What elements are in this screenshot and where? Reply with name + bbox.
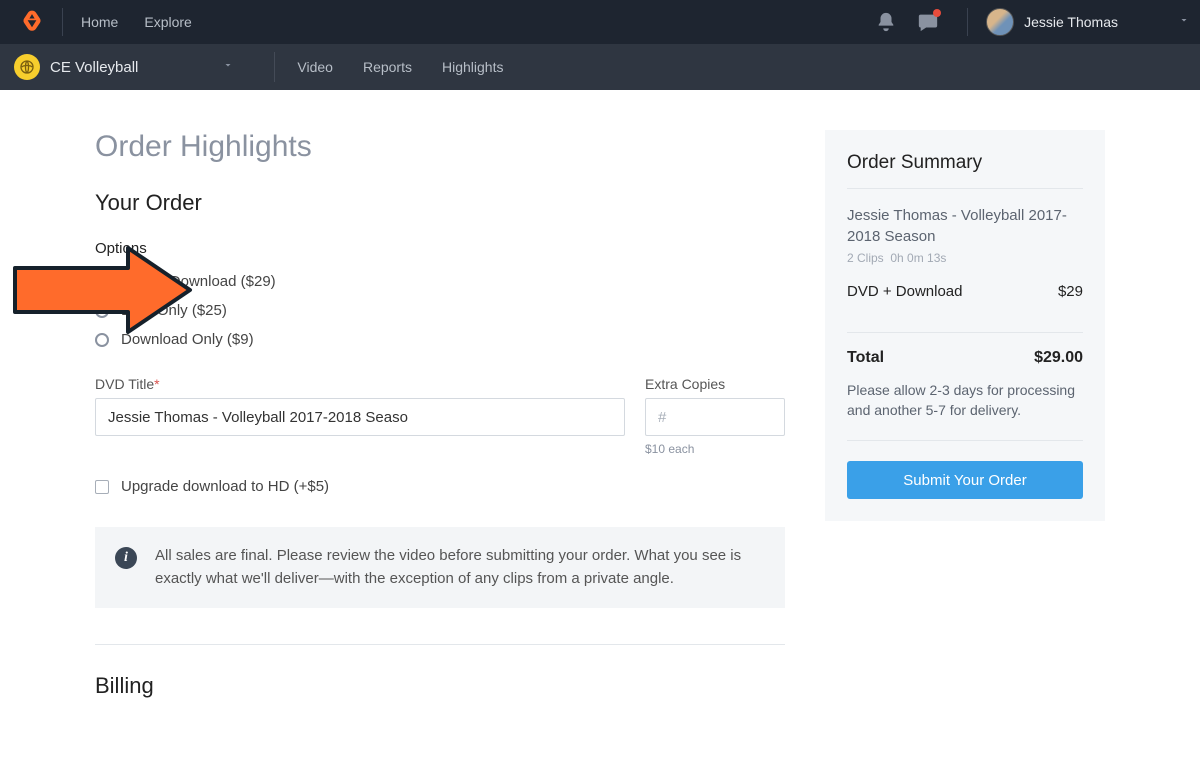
summary-product-name: Jessie Thomas - Volleyball 2017-2018 Sea… <box>847 205 1083 247</box>
chevron-down-icon[interactable] <box>1178 13 1190 31</box>
team-name[interactable]: CE Volleyball <box>50 59 138 76</box>
divider <box>95 644 785 645</box>
dvd-title-label: DVD Title* <box>95 376 160 392</box>
summary-note: Please allow 2-3 days for processing and… <box>847 381 1083 441</box>
option-label: DVD + Download ($29) <box>121 273 276 290</box>
option-label: DVD Only ($25) <box>121 302 227 319</box>
extra-copies-label: Extra Copies <box>645 376 725 392</box>
tab-highlights[interactable]: Highlights <box>442 59 503 75</box>
section-your-order: Your Order <box>95 190 785 216</box>
upgrade-hd-label: Upgrade download to HD (+$5) <box>121 478 329 495</box>
radio-icon <box>95 275 109 289</box>
submit-order-button[interactable]: Submit Your Order <box>847 461 1083 499</box>
extra-copies-hint: $10 each <box>645 442 785 456</box>
option-label: Download Only ($9) <box>121 331 254 348</box>
tab-video[interactable]: Video <box>297 59 333 75</box>
avatar[interactable] <box>986 8 1014 36</box>
options-heading: Options <box>95 240 785 257</box>
summary-meta: 2 Clips 0h 0m 13s <box>847 251 1083 265</box>
option-dvd-only[interactable]: DVD Only ($25) <box>95 302 785 319</box>
info-icon: i <box>115 547 137 569</box>
page-title: Order Highlights <box>95 130 785 164</box>
tab-reports[interactable]: Reports <box>363 59 412 75</box>
nav-explore[interactable]: Explore <box>144 14 191 30</box>
radio-icon <box>95 304 109 318</box>
info-banner: i All sales are final. Please review the… <box>95 527 785 608</box>
option-dvd-download[interactable]: DVD + Download ($29) <box>95 273 785 290</box>
upgrade-hd-checkbox[interactable]: Upgrade download to HD (+$5) <box>95 478 785 495</box>
unread-badge <box>933 9 941 17</box>
chevron-down-icon[interactable] <box>222 58 234 76</box>
messages-icon[interactable] <box>917 11 939 33</box>
summary-total: Total $29.00 <box>847 332 1083 367</box>
hudl-logo[interactable] <box>18 8 46 36</box>
extra-copies-input[interactable] <box>645 398 785 436</box>
notifications-icon[interactable] <box>875 11 897 33</box>
order-summary-panel: Order Summary Jessie Thomas - Volleyball… <box>825 130 1105 521</box>
team-icon[interactable] <box>14 54 40 80</box>
info-text: All sales are final. Please review the v… <box>155 545 765 590</box>
divider <box>62 8 63 36</box>
option-download-only[interactable]: Download Only ($9) <box>95 331 785 348</box>
summary-title: Order Summary <box>847 152 1083 189</box>
checkbox-icon <box>95 480 109 494</box>
context-navbar: CE Volleyball Video Reports Highlights <box>0 44 1200 90</box>
summary-line-item: DVD + Download $29 <box>847 283 1083 316</box>
user-name[interactable]: Jessie Thomas <box>1024 14 1118 30</box>
divider <box>274 52 275 82</box>
top-navbar: Home Explore Jessie Thomas <box>0 0 1200 44</box>
nav-home[interactable]: Home <box>81 14 118 30</box>
radio-icon <box>95 333 109 347</box>
divider <box>967 8 968 36</box>
dvd-title-input[interactable] <box>95 398 625 436</box>
